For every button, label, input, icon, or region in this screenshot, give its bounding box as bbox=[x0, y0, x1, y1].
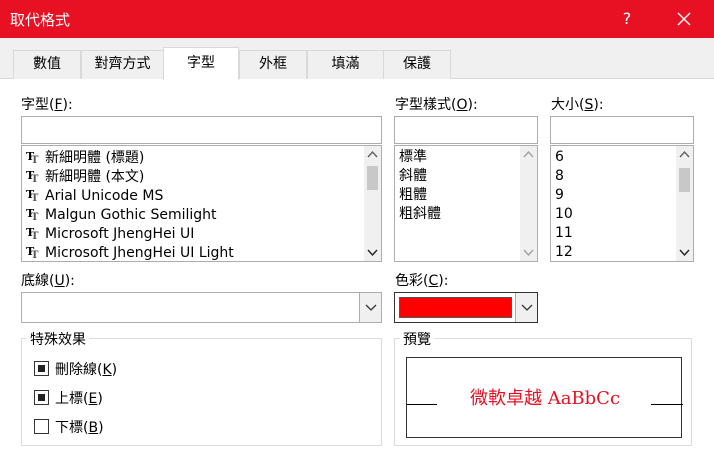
size-label: 大小(S): bbox=[551, 97, 604, 113]
effects-group-label: 特殊效果 bbox=[27, 329, 89, 349]
font-style-label: 字型樣式(O): bbox=[395, 97, 478, 113]
size-list[interactable]: 6 8 9 10 11 12 bbox=[550, 145, 694, 262]
truetype-font-icon: TT bbox=[26, 226, 39, 239]
font-list-item[interactable]: T T 新細明體 (本文) bbox=[26, 167, 144, 186]
font-style-scrollbar[interactable] bbox=[520, 146, 537, 261]
superscript-label[interactable]: 上標(E) bbox=[55, 388, 103, 408]
font-list[interactable]: T T 新細明體 (標題) T T 新細明體 (本文) T T Arial Unicode … bbox=[21, 145, 382, 262]
size-input[interactable] bbox=[550, 116, 694, 144]
truetype-font-icon: TT bbox=[26, 207, 39, 220]
scroll-down-icon[interactable] bbox=[364, 244, 381, 261]
color-dropdown-button[interactable] bbox=[515, 293, 537, 322]
truetype-font-icon: TT bbox=[26, 188, 39, 201]
font-list-item[interactable]: T T 新細明體 (標題) bbox=[26, 148, 144, 167]
underline-label: 底線(U): bbox=[21, 273, 75, 289]
font-style-item[interactable]: 粗斜體 bbox=[399, 205, 441, 224]
close-button[interactable] bbox=[670, 7, 698, 31]
underline-select[interactable] bbox=[21, 292, 382, 323]
scroll-up-icon[interactable] bbox=[676, 146, 693, 163]
truetype-font-icon: TT bbox=[26, 169, 39, 182]
tab-font[interactable]: 字型 bbox=[163, 47, 239, 80]
chevron-down-icon bbox=[365, 304, 377, 311]
font-list-item[interactable]: T T Microsoft JhengHei UI bbox=[26, 224, 194, 243]
close-icon bbox=[677, 12, 691, 26]
tab-alignment[interactable]: 對齊方式 bbox=[81, 50, 164, 79]
strikethrough-label[interactable]: 刪除線(K) bbox=[55, 359, 117, 379]
font-style-item[interactable]: 標準 bbox=[399, 148, 427, 167]
preview-group-label: 預覽 bbox=[400, 329, 434, 349]
svg-text:T: T bbox=[31, 250, 39, 258]
size-item[interactable]: 11 bbox=[555, 224, 573, 243]
size-item[interactable]: 12 bbox=[555, 243, 573, 261]
preview-box: 微軟卓越 AaBbCc bbox=[406, 357, 683, 438]
superscript-checkbox[interactable] bbox=[34, 390, 49, 405]
truetype-font-icon: TT bbox=[26, 150, 39, 163]
subscript-label[interactable]: 下標(B) bbox=[55, 417, 104, 437]
size-item[interactable]: 8 bbox=[555, 167, 564, 186]
font-list-scrollbar[interactable] bbox=[364, 146, 381, 261]
tab-fill[interactable]: 填滿 bbox=[307, 50, 384, 79]
scroll-up-icon[interactable] bbox=[364, 146, 381, 163]
svg-text:T: T bbox=[31, 212, 39, 220]
scroll-down-icon[interactable] bbox=[520, 244, 537, 261]
size-list-scrollbar[interactable] bbox=[676, 146, 693, 261]
truetype-font-icon: TT bbox=[26, 245, 39, 258]
font-input[interactable] bbox=[21, 116, 382, 144]
tab-border[interactable]: 外框 bbox=[239, 50, 307, 79]
font-style-item[interactable]: 粗體 bbox=[399, 186, 427, 205]
preview-sample-text: 微軟卓越 AaBbCc bbox=[469, 388, 621, 409]
underline-dropdown-button[interactable] bbox=[359, 293, 381, 322]
tab-number[interactable]: 數值 bbox=[13, 50, 81, 79]
chevron-down-icon bbox=[521, 304, 533, 311]
help-button[interactable]: ? bbox=[615, 7, 639, 31]
size-item[interactable]: 10 bbox=[555, 205, 573, 224]
window-title: 取代格式 bbox=[10, 11, 71, 29]
size-item[interactable]: 9 bbox=[555, 186, 564, 205]
svg-text:T: T bbox=[31, 174, 39, 182]
svg-text:T: T bbox=[31, 193, 39, 201]
font-style-list[interactable]: 標準 斜體 粗體 粗斜體 bbox=[394, 145, 538, 262]
scroll-thumb[interactable] bbox=[679, 168, 690, 192]
size-item[interactable]: 6 bbox=[555, 148, 564, 167]
color-swatch bbox=[399, 297, 512, 318]
font-label: 字型(F): bbox=[21, 97, 73, 113]
scroll-up-icon[interactable] bbox=[520, 146, 537, 163]
svg-text:T: T bbox=[31, 155, 39, 163]
color-label: 色彩(C): bbox=[395, 273, 449, 289]
scroll-thumb[interactable] bbox=[367, 166, 378, 190]
font-list-item[interactable]: T T Microsoft JhengHei UI Light bbox=[26, 243, 234, 261]
font-list-item[interactable]: T T Arial Unicode MS bbox=[26, 186, 163, 205]
color-select[interactable] bbox=[394, 292, 538, 323]
scroll-down-icon[interactable] bbox=[676, 244, 693, 261]
svg-text:T: T bbox=[31, 231, 39, 239]
font-style-input[interactable] bbox=[394, 116, 538, 144]
subscript-checkbox[interactable] bbox=[34, 419, 49, 434]
strikethrough-checkbox[interactable] bbox=[34, 361, 49, 376]
title-bar: 取代格式 ? bbox=[0, 0, 714, 38]
font-list-item[interactable]: T T Malgun Gothic Semilight bbox=[26, 205, 217, 224]
font-style-item[interactable]: 斜體 bbox=[399, 167, 427, 186]
tab-protection[interactable]: 保護 bbox=[383, 50, 451, 79]
